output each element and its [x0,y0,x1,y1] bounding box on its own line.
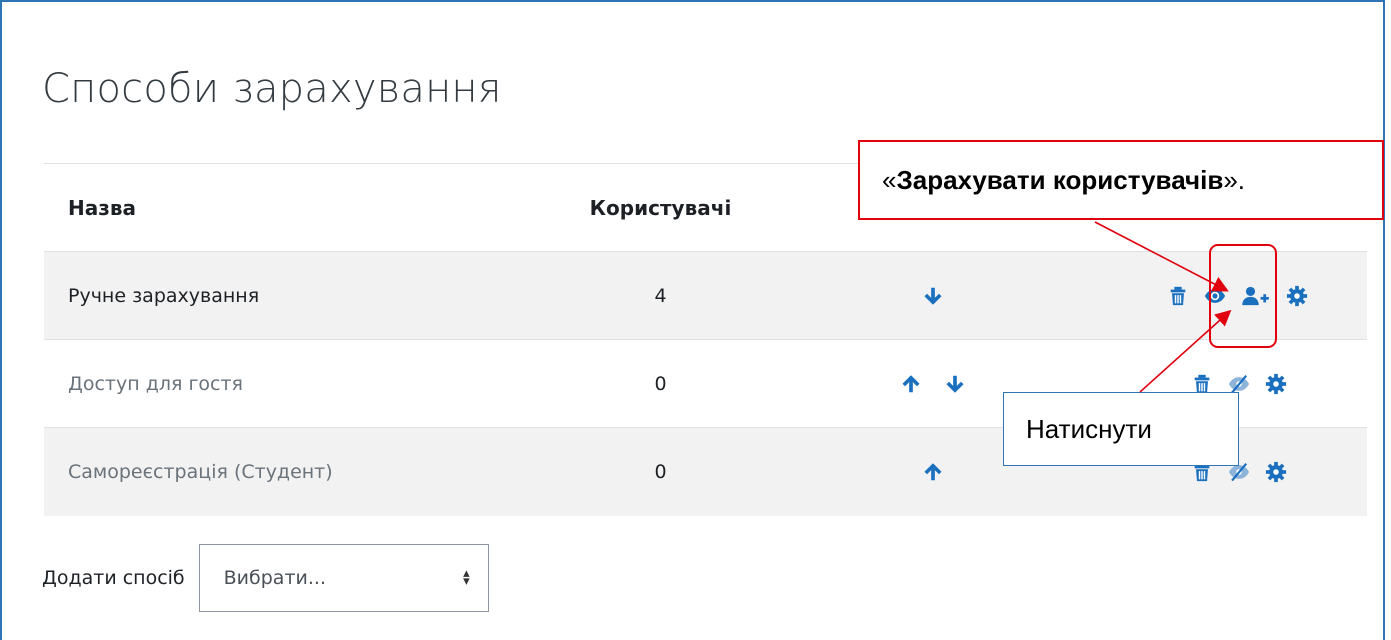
order-cell [783,252,1083,340]
gear-icon[interactable] [1286,285,1308,307]
enrol-icon-highlight [1209,244,1277,348]
table-row: Ручне зарахування 4 [44,251,1367,340]
callout-quote-close: ». [1223,164,1245,195]
add-method-select[interactable]: Вибрати... ▴ ▾ [198,544,489,612]
add-method-label: Додати спосіб [42,567,185,589]
method-users-count: 0 [654,460,667,483]
up-arrow-icon[interactable] [922,461,944,483]
down-arrow-icon[interactable] [922,285,944,307]
callout-enrol-users: «Зарахувати користувачів». [858,140,1384,220]
up-arrow-icon[interactable] [900,373,922,395]
method-users-count: 4 [654,284,667,307]
method-name: Доступ для гостя [68,372,243,395]
page-title: Способи зарахування [42,66,502,112]
method-name: Самореєстрація (Студент) [68,460,333,483]
callout-quote-open: « [882,164,897,195]
method-users-count: 0 [654,372,667,395]
gear-icon[interactable] [1265,373,1287,395]
down-arrow-icon[interactable] [944,373,966,395]
trash-icon[interactable] [1167,285,1189,307]
column-header-users: Користувачі [589,195,732,220]
gear-icon[interactable] [1265,461,1287,483]
column-header-name: Назва [68,195,137,220]
method-name: Ручне зарахування [68,284,260,307]
add-method-row: Додати спосіб Вибрати... ▴ ▾ [42,544,489,612]
callout-bold-text: Зарахувати користувачів [896,164,1224,195]
callout-press-text: Натиснути [1026,413,1152,444]
callout-press: Натиснути [1003,392,1239,466]
add-method-select-value: Вибрати... [223,567,326,589]
select-caret-icon: ▴ ▾ [463,566,470,589]
